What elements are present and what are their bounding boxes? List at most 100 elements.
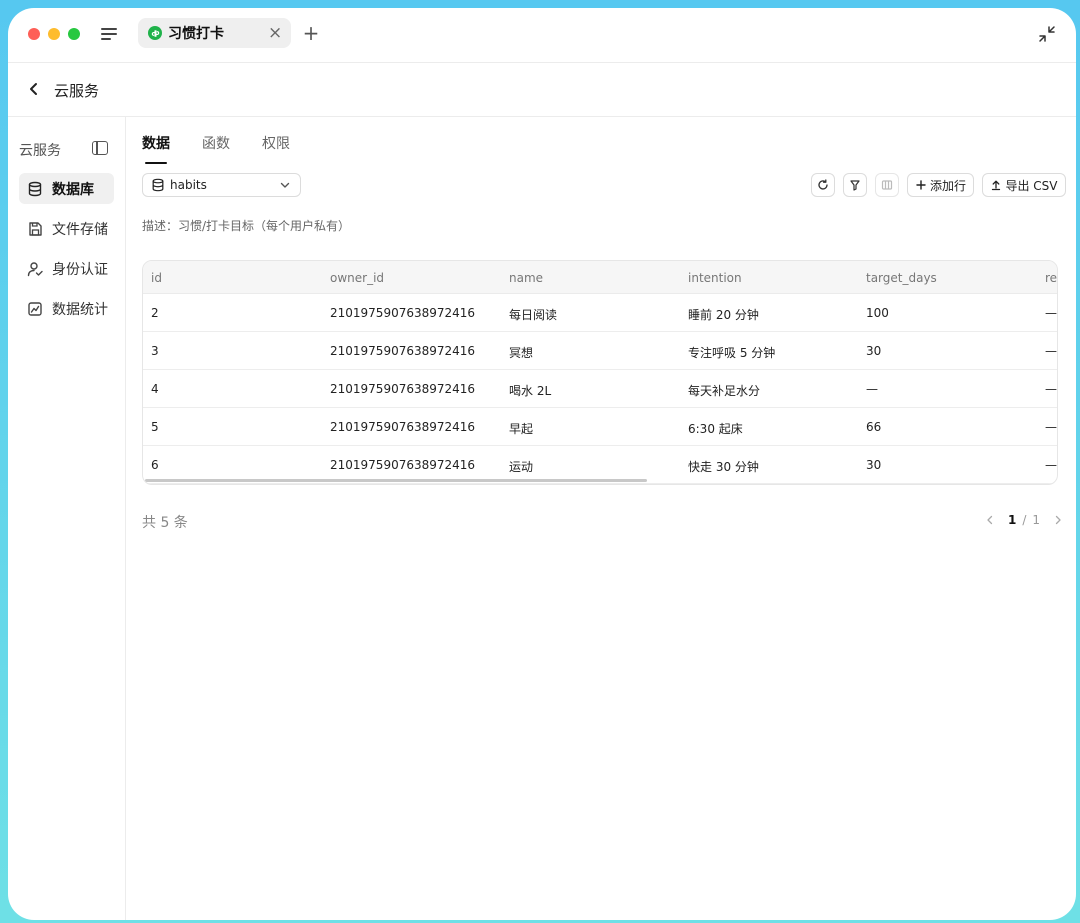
cell-intention: 睡前 20 分钟: [688, 308, 759, 322]
tab-habits[interactable]: 习惯打卡 ×: [138, 18, 291, 48]
column-header-name[interactable]: name: [509, 271, 543, 285]
current-page: 1: [1007, 513, 1017, 527]
cell-truncated: —: [1045, 420, 1057, 434]
table-description: 描述：习惯/打卡目标（每个用户私有）: [142, 219, 351, 233]
sidebar-item-analytics[interactable]: 数据统计: [19, 293, 114, 324]
column-header-id[interactable]: id: [151, 271, 162, 285]
cell-name: 早起: [509, 422, 534, 436]
minimize-window-button[interactable]: [48, 28, 60, 40]
main-tabs: 数据 函数 权限: [142, 133, 322, 164]
sidebar: 云服务 数据库 文件存储 身份认证 数据统计: [8, 117, 126, 920]
cell-owner-id: 2101975907638972416: [330, 344, 476, 358]
main-content: 数据 函数 权限 habits 添加行 导出 CSV 描述：习惯/打卡目标（每个…: [126, 117, 1076, 920]
table-row[interactable]: 4 2101975907638972416 喝水 2L 每天补足水分 — —: [143, 370, 1057, 408]
plus-icon: [916, 180, 926, 190]
cell-name: 每日阅读: [509, 308, 558, 322]
chevron-down-icon: [280, 182, 290, 188]
table-header: id owner_id name intention target_days r…: [143, 261, 1057, 294]
user-auth-icon: [27, 261, 43, 276]
sidebar-item-label: 数据统计: [52, 301, 108, 318]
cell-id: 5: [151, 420, 159, 434]
cell-target-days: —: [866, 382, 878, 396]
tab-close-icon[interactable]: ×: [268, 25, 282, 42]
database-icon: [28, 181, 42, 196]
total-count: 共 5 条: [142, 515, 188, 531]
cell-id: 2: [151, 306, 159, 320]
columns-icon: [881, 180, 893, 190]
filter-icon: [850, 180, 860, 191]
cell-owner-id: 2101975907638972416: [330, 306, 476, 320]
sidebar-title: 云服务: [19, 143, 61, 159]
cell-owner-id: 2101975907638972416: [330, 382, 476, 396]
cell-truncated: —: [1045, 306, 1057, 320]
cell-truncated: —: [1045, 458, 1057, 472]
table-row[interactable]: 3 2101975907638972416 冥想 专注呼吸 5 分钟 30 —: [143, 332, 1057, 370]
chart-icon: [28, 301, 42, 316]
cell-id: 3: [151, 344, 159, 358]
database-icon: [152, 178, 164, 192]
sidebar-item-label: 身份认证: [52, 261, 108, 278]
tab-title: 习惯打卡: [168, 26, 224, 42]
cell-intention: 6:30 起床: [688, 422, 743, 436]
export-csv-label: 导出 CSV: [1005, 178, 1058, 193]
cell-name: 冥想: [509, 346, 534, 360]
table-row[interactable]: 2 2101975907638972416 每日阅读 睡前 20 分钟 100 …: [143, 294, 1057, 332]
column-header-truncated[interactable]: re: [1045, 271, 1057, 285]
app-window: 习惯打卡 × + 云服务 云服务 数据库 文件存储 身份认证 数据统计 数据 函…: [8, 8, 1076, 920]
pagination: 1 / 1: [984, 513, 1064, 527]
maximize-window-button[interactable]: [68, 28, 80, 40]
sidebar-item-auth[interactable]: 身份认证: [19, 253, 114, 284]
export-csv-button[interactable]: 导出 CSV: [982, 173, 1066, 197]
cell-intention: 快走 30 分钟: [688, 460, 759, 474]
data-table: id owner_id name intention target_days r…: [142, 260, 1058, 485]
menu-icon[interactable]: [101, 26, 119, 42]
sidebar-toggle-icon[interactable]: [92, 141, 108, 155]
storage-icon: [29, 221, 42, 236]
cell-target-days: 66: [866, 420, 882, 434]
tab-data[interactable]: 数据: [142, 133, 170, 164]
add-row-label: 添加行: [929, 178, 966, 193]
total-pages: 1: [1032, 513, 1040, 527]
sidebar-item-storage[interactable]: 文件存储: [19, 213, 114, 244]
sidebar-item-label: 文件存储: [52, 221, 108, 238]
sidebar-item-label: 数据库: [52, 181, 94, 198]
refresh-icon: [818, 179, 828, 190]
upload-icon: [992, 180, 1001, 191]
cell-target-days: 30: [866, 344, 882, 358]
sidebar-item-database[interactable]: 数据库: [19, 173, 114, 204]
cell-name: 运动: [509, 460, 534, 474]
table-row[interactable]: 5 2101975907638972416 早起 6:30 起床 66 —: [143, 408, 1057, 446]
horizontal-scrollbar[interactable]: [145, 479, 647, 482]
column-header-target-days[interactable]: target_days: [866, 271, 937, 285]
mini-program-icon: [148, 26, 162, 40]
cell-id: 6: [151, 458, 159, 472]
page-separator: /: [1022, 513, 1027, 527]
collapse-icon[interactable]: [1038, 25, 1056, 43]
back-icon[interactable]: [26, 79, 42, 99]
cell-intention: 每天补足水分: [688, 384, 761, 398]
cell-owner-id: 2101975907638972416: [330, 458, 476, 472]
cell-target-days: 30: [866, 458, 882, 472]
cell-target-days: 100: [866, 306, 889, 320]
page-header: 云服务: [8, 63, 1076, 117]
cell-owner-id: 2101975907638972416: [330, 420, 476, 434]
close-window-button[interactable]: [28, 28, 40, 40]
table-select-value: habits: [170, 178, 207, 192]
table-select[interactable]: habits: [142, 173, 301, 197]
chevron-right-icon[interactable]: [1052, 514, 1064, 526]
filter-button[interactable]: [843, 173, 867, 197]
tab-permissions[interactable]: 权限: [262, 133, 290, 157]
chevron-left-icon[interactable]: [984, 514, 996, 526]
cell-intention: 专注呼吸 5 分钟: [688, 346, 776, 360]
cell-truncated: —: [1045, 382, 1057, 396]
add-row-button[interactable]: 添加行: [907, 173, 974, 197]
refresh-button[interactable]: [811, 173, 835, 197]
column-header-intention[interactable]: intention: [688, 271, 742, 285]
new-tab-button[interactable]: +: [302, 22, 320, 44]
tab-functions[interactable]: 函数: [202, 133, 230, 157]
columns-button[interactable]: [875, 173, 899, 197]
page-title: 云服务: [54, 82, 100, 100]
column-header-owner-id[interactable]: owner_id: [330, 271, 384, 285]
cell-id: 4: [151, 382, 159, 396]
cell-truncated: —: [1045, 344, 1057, 358]
